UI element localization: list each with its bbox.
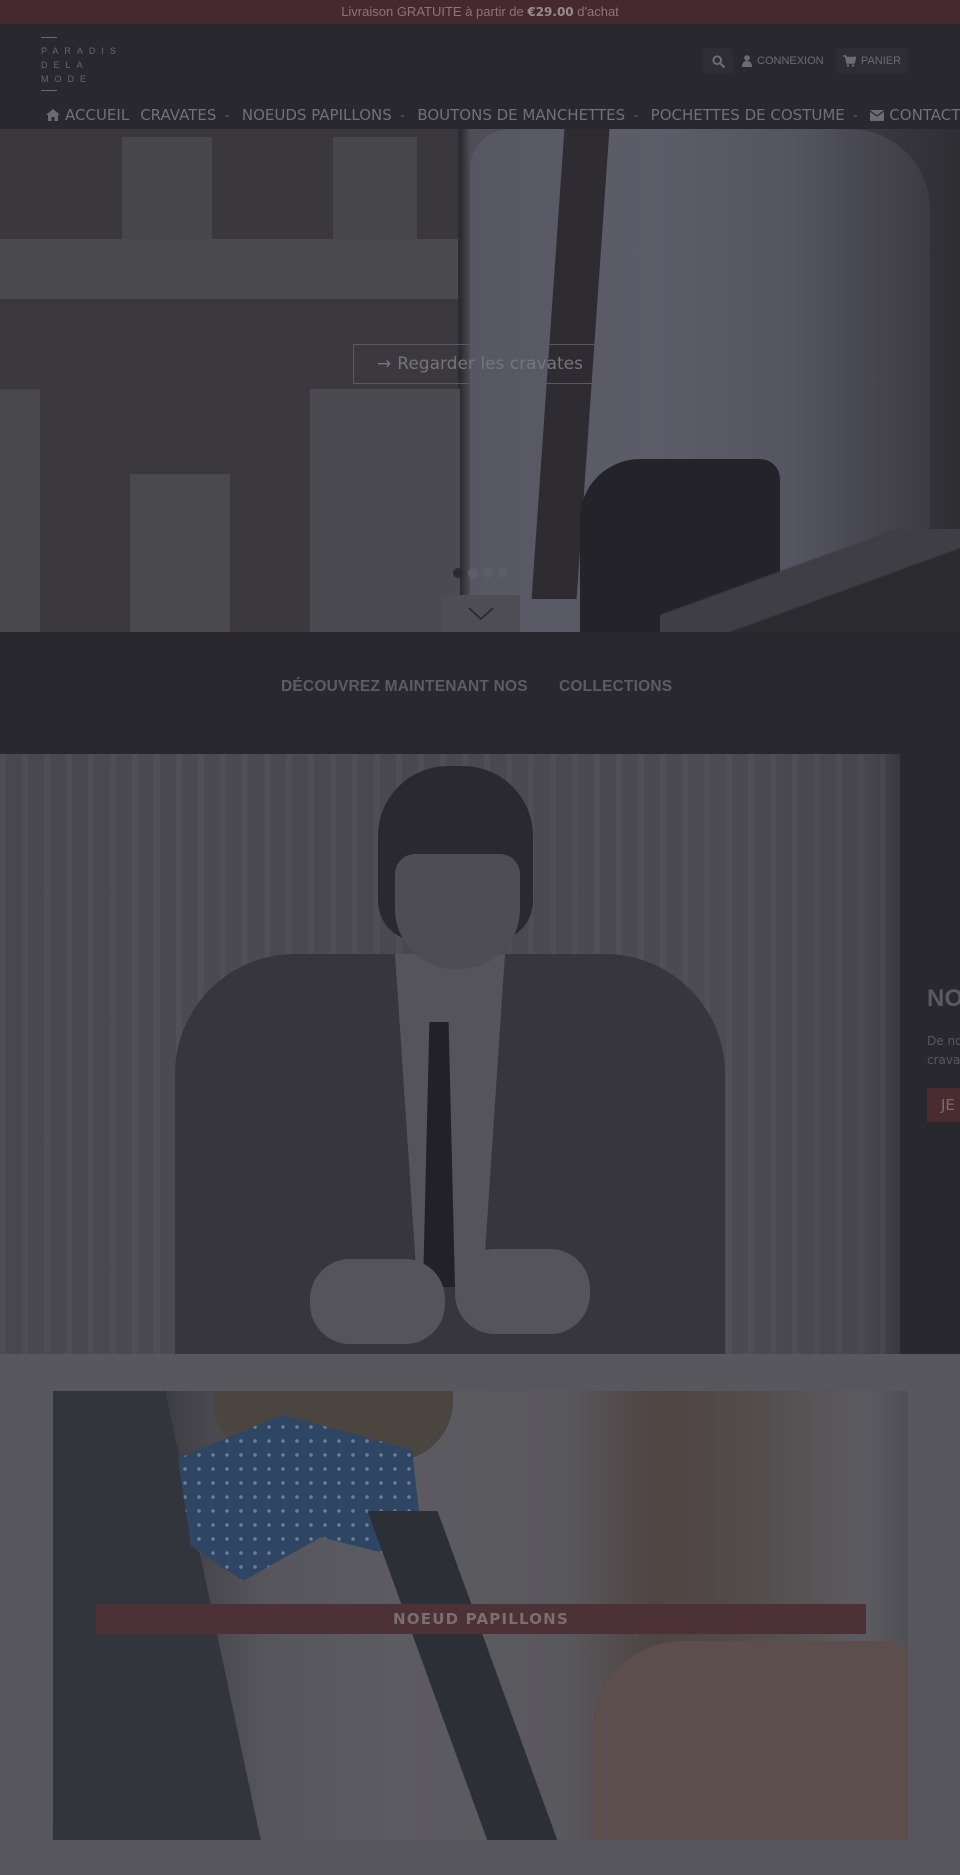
collections-heading-part1: DÉCOUVREZ MAINTENANT NOS <box>281 678 528 695</box>
chevron-down-icon: ⌄ <box>632 110 640 120</box>
nav-label: ACCUEIL <box>65 106 130 124</box>
category-section: NOEUD PAPILLONS <box>0 1354 960 1875</box>
login-label: CONNEXION <box>757 55 824 67</box>
site-header: PARADIS DELA MODE CONNEXION PANIER ACCUE… <box>0 24 960 129</box>
hero-slider: → Regarder les cravates <box>0 129 960 632</box>
envelope-icon <box>870 109 885 121</box>
logo[interactable]: PARADIS DELA MODE <box>41 37 121 91</box>
nav-label: NOEUDS PAPILLONS <box>241 106 392 124</box>
chevron-down-icon: ⌄ <box>851 110 860 120</box>
nav-item-accueil[interactable]: ACCUEIL <box>46 106 129 124</box>
cart-label: PANIER <box>860 55 902 67</box>
slider-dot-2[interactable] <box>468 568 478 578</box>
nav-item-contactez[interactable]: CONTACTEZ <box>870 106 960 124</box>
hero-cta-label: Regarder les cravates <box>397 354 583 374</box>
nav-item-noeuds-papillons[interactable]: NOEUDS PAPILLONS ⌄ <box>242 106 406 124</box>
logo-line-3: MODE <box>41 74 92 84</box>
announcement-suffix: d'achat <box>573 4 619 19</box>
scroll-down-button[interactable] <box>441 595 520 632</box>
logo-rule-top <box>41 37 57 38</box>
cart-button[interactable]: PANIER <box>836 48 908 74</box>
announcement-prefix: Livraison GRATUITE à partir de <box>341 4 528 19</box>
login-link[interactable]: CONNEXION <box>742 48 824 74</box>
feature-title: NO <box>927 985 960 1012</box>
arrow-right-icon: → <box>377 354 392 374</box>
logo-rule-bottom <box>41 90 57 91</box>
slider-dot-3[interactable] <box>483 568 493 578</box>
watch-ties-button[interactable]: → Regarder les cravates <box>353 344 607 384</box>
slider-dot-4[interactable] <box>498 568 508 578</box>
collections-heading-part2: COLLECTIONS <box>559 678 673 695</box>
chevron-down-icon: ⌄ <box>398 110 407 120</box>
slider-dots <box>453 568 508 578</box>
nav-label: BOUTONS DE MANCHETTES <box>417 106 626 124</box>
feature-description: De no crava <box>927 1034 960 1067</box>
nav-item-pochettes-de-costume[interactable]: POCHETTES DE COSTUME ⌄ <box>651 106 860 124</box>
chevron-down-icon: ⌄ <box>223 110 231 120</box>
cart-icon <box>842 55 856 67</box>
search-button[interactable] <box>703 48 733 74</box>
nav-item-cravates[interactable]: CRAVATES ⌄ <box>140 106 231 124</box>
nav-label: CRAVATES <box>140 106 217 124</box>
feature-cta-button[interactable]: JE <box>927 1088 960 1122</box>
nav-item-boutons-de-manchettes[interactable]: BOUTONS DE MANCHETTES ⌄ <box>417 106 639 124</box>
slider-dot-1[interactable] <box>453 568 463 578</box>
chevron-down-icon <box>467 606 494 620</box>
announcement-amount: €29.00 <box>527 5 574 19</box>
user-icon <box>742 55 752 67</box>
collections-heading-section: DÉCOUVREZ MAINTENANT NOS COLLECTIONS <box>0 632 960 754</box>
category-label: NOEUD PAPILLONS <box>96 1604 866 1634</box>
nav-label: CONTACTEZ <box>889 106 960 124</box>
feature-image <box>0 754 900 1354</box>
feature-section: NO De no crava JE <box>0 754 960 1354</box>
nav-label: POCHETTES DE COSTUME <box>650 106 845 124</box>
logo-line-2: DELA <box>41 60 89 70</box>
main-nav: ACCUEIL CRAVATES ⌄ NOEUDS PAPILLONS ⌄ BO… <box>46 104 960 126</box>
announcement-bar: Livraison GRATUITE à partir de €29.00 d'… <box>0 0 960 24</box>
logo-line-1: PARADIS <box>41 46 122 56</box>
search-icon <box>711 54 725 68</box>
home-icon <box>46 109 60 121</box>
category-card-bow-ties[interactable]: NOEUD PAPILLONS <box>53 1391 908 1840</box>
